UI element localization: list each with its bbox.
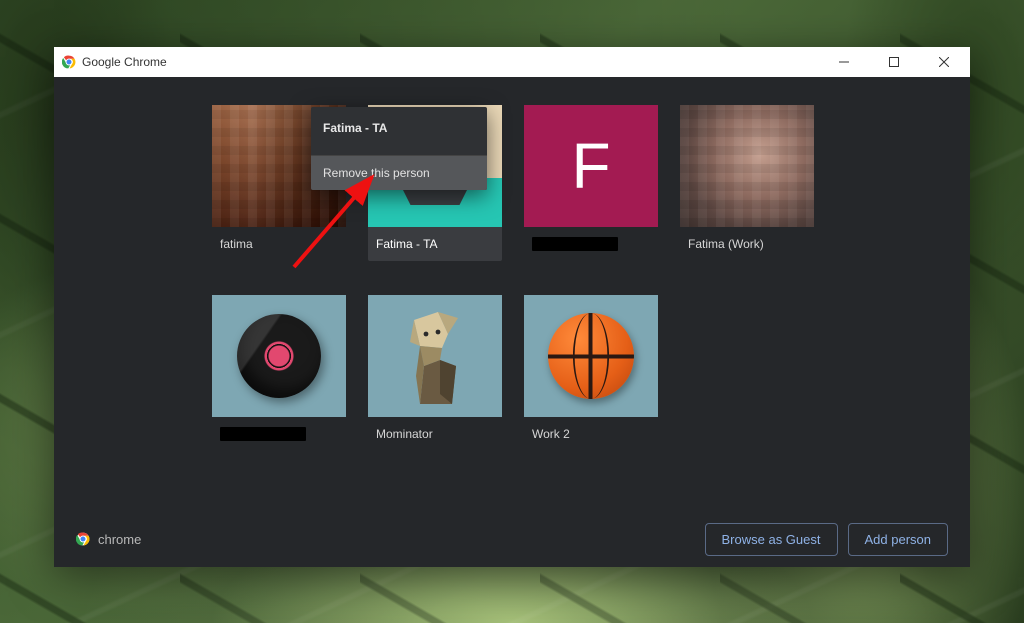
profile-card-5[interactable] (212, 295, 346, 451)
profile-label: fatima (212, 227, 346, 261)
profile-label (212, 417, 346, 451)
avatar: F (524, 105, 658, 227)
profile-label: Fatima - TA (368, 227, 502, 261)
close-button[interactable] (922, 47, 966, 77)
add-person-button[interactable]: Add person (848, 523, 949, 556)
avatar (368, 295, 502, 417)
profile-card-mominator[interactable]: Mominator (368, 295, 502, 451)
maximize-button[interactable] (872, 47, 916, 77)
vinyl-record-icon (237, 314, 321, 398)
redacted-label (220, 427, 306, 441)
avatar (524, 295, 658, 417)
profile-label: Mominator (368, 417, 502, 451)
redacted-label (532, 237, 618, 251)
footer: chrome Browse as Guest Add person (54, 511, 970, 567)
chrome-profile-manager-window: Google Chrome fatima (54, 47, 970, 567)
letter-avatar: F (524, 105, 658, 227)
footer-brand-label: chrome (98, 532, 141, 547)
titlebar: Google Chrome (54, 47, 970, 77)
avatar (680, 105, 814, 227)
profile-card-work-2[interactable]: Work 2 (524, 295, 658, 451)
avatar (212, 295, 346, 417)
profile-card-fatima-work[interactable]: Fatima (Work) (680, 105, 814, 261)
context-menu-title: Fatima - TA (311, 107, 487, 156)
minimize-button[interactable] (822, 47, 866, 77)
profile-manager-body: fatima Fatima - TA F (54, 77, 970, 567)
chrome-icon (62, 55, 76, 69)
profile-label: Fatima (Work) (680, 227, 814, 261)
browse-as-guest-button[interactable]: Browse as Guest (705, 523, 838, 556)
profile-card-3[interactable]: F (524, 105, 658, 261)
chrome-icon (76, 532, 90, 546)
profile-label (524, 227, 658, 261)
context-menu-remove-person[interactable]: Remove this person (311, 156, 487, 190)
window-title: Google Chrome (82, 55, 167, 69)
profile-context-menu: Fatima - TA Remove this person (311, 107, 487, 190)
profile-label: Work 2 (524, 417, 658, 451)
origami-cat-icon (390, 306, 480, 406)
footer-brand: chrome (76, 532, 141, 547)
basketball-icon (548, 313, 634, 399)
